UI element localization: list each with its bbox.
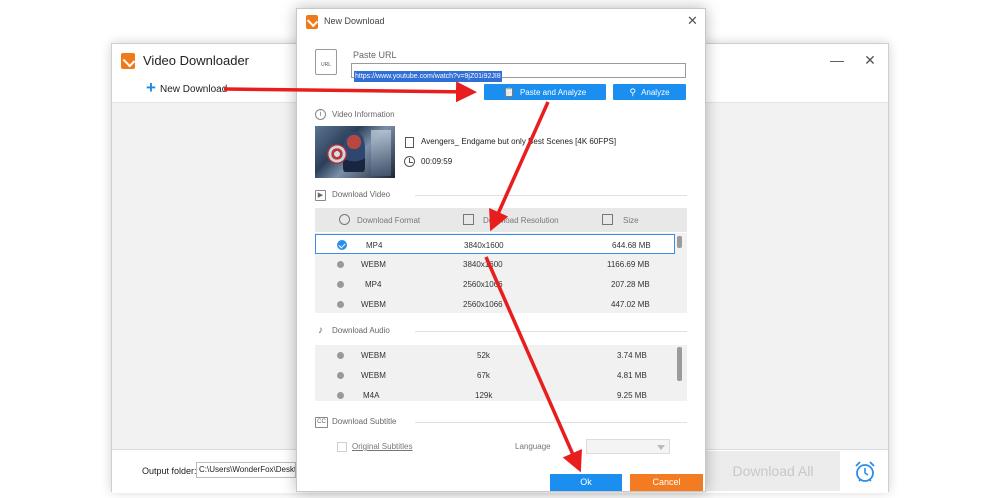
original-subtitles-link[interactable]: Original Subtitles: [352, 442, 412, 451]
close-icon[interactable]: ✕: [861, 52, 879, 69]
new-download-dialog: New Download ✕ URL Paste URL https://www…: [296, 8, 706, 492]
main-window-title: Video Downloader: [143, 53, 249, 68]
video-information-label: Video Information: [332, 110, 395, 119]
audio-format-list: WEBM 52k 3.74 MB WEBM 67k 4.81 MB M4A 12…: [315, 345, 687, 401]
file-icon: [405, 137, 414, 148]
download-subtitle-label: Download Subtitle: [332, 417, 397, 426]
plus-icon[interactable]: +: [146, 78, 156, 98]
analyze-button[interactable]: ⚲ Analyze: [613, 84, 686, 100]
video-row[interactable]: WEBM 3840x1600 1166.69 MB: [315, 254, 675, 274]
alarm-clock-icon[interactable]: [852, 460, 878, 484]
radio-dot-icon: [337, 372, 344, 379]
radio-dot-icon: [337, 261, 344, 268]
audio-row[interactable]: WEBM 52k 3.74 MB: [315, 345, 675, 365]
paste-and-analyze-button[interactable]: 📋 Paste and Analyze: [484, 84, 606, 100]
section-divider: [415, 195, 687, 196]
new-download-button[interactable]: New Download: [160, 84, 227, 95]
language-label: Language: [515, 442, 551, 451]
cc-icon: CC: [315, 417, 328, 428]
audio-list-scrollbar[interactable]: [677, 347, 682, 381]
download-audio-label: Download Audio: [332, 326, 390, 335]
music-note-icon: ♪: [318, 325, 323, 336]
clock-icon: [404, 156, 415, 167]
download-video-label: Download Video: [332, 190, 391, 199]
radio-dot-icon: [337, 352, 344, 359]
radio-dot-icon: [337, 281, 344, 288]
format-icon: [339, 214, 350, 225]
original-subtitles-checkbox[interactable]: [337, 442, 347, 452]
video-list-scrollbar[interactable]: [677, 236, 682, 248]
video-duration: 00:09:59: [421, 157, 453, 166]
url-input[interactable]: https://www.youtube.com/watch?v=9jZ01i92…: [351, 63, 686, 82]
radio-dot-icon: [337, 392, 344, 399]
dialog-logo-icon: [306, 15, 318, 29]
output-folder-field[interactable]: C:\Users\WonderFox\Desktop: [196, 462, 296, 478]
header-download-format: Download Format: [357, 216, 421, 225]
screenshot-stage: Video Downloader — ✕ + New Download Outp…: [0, 0, 1000, 498]
download-all-button[interactable]: Download All: [706, 451, 840, 491]
language-select[interactable]: [586, 439, 670, 454]
video-thumbnail: [315, 126, 395, 178]
search-icon: ⚲: [629, 87, 637, 97]
ok-button[interactable]: Ok: [550, 474, 622, 491]
header-download-resolution: Download Resolution: [483, 216, 559, 225]
paste-url-label: Paste URL: [353, 50, 397, 60]
header-size: Size: [623, 216, 639, 225]
video-row[interactable]: WEBM 2560x1066 447.02 MB: [315, 294, 675, 313]
output-folder-label: Output folder:: [142, 466, 197, 476]
minimize-icon[interactable]: —: [828, 52, 846, 68]
dialog-title: New Download: [324, 16, 385, 26]
url-file-icon: URL: [315, 49, 337, 75]
video-row[interactable]: MP4 2560x1066 207.28 MB: [315, 274, 675, 294]
radio-dot-icon: [337, 301, 344, 308]
video-row-selected[interactable]: MP4 3840x1600 644.68 MB: [315, 234, 675, 254]
audio-row[interactable]: M4A 129k 9.25 MB: [315, 385, 675, 401]
resolution-icon: [463, 214, 474, 225]
size-folder-icon: [602, 214, 613, 225]
app-logo-icon: [121, 53, 135, 69]
url-input-value: https://www.youtube.com/watch?v=9jZ01i92…: [354, 71, 502, 82]
audio-row[interactable]: WEBM 67k 4.81 MB: [315, 365, 675, 385]
video-film-icon: ▶: [315, 190, 326, 201]
cancel-button[interactable]: Cancel: [630, 474, 703, 491]
video-title: Avengers_ Endgame but only Best Scenes […: [421, 137, 617, 146]
video-format-list: MP4 3840x1600 644.68 MB WEBM 3840x1600 1…: [315, 233, 687, 313]
video-table-header: Download Format Download Resolution Size: [315, 208, 687, 232]
info-icon: i: [315, 109, 326, 120]
dialog-close-icon[interactable]: ✕: [687, 13, 698, 29]
section-divider: [415, 422, 687, 423]
selected-check-icon: [337, 240, 347, 250]
clipboard-icon: 📋: [503, 87, 515, 97]
section-divider: [415, 331, 687, 332]
chevron-down-icon: [657, 445, 665, 450]
